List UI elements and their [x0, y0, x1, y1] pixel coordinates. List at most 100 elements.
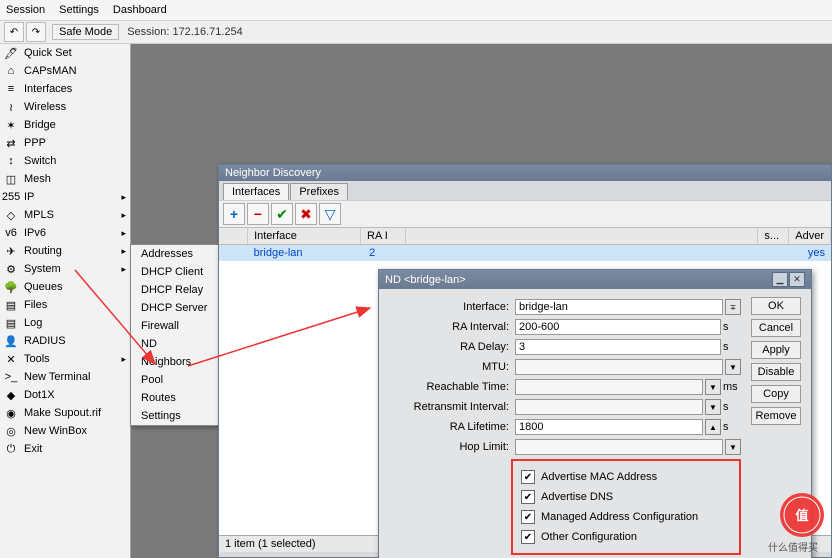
checkbox-group: ✔Advertise MAC Address✔Advertise DNS✔Man…: [511, 459, 741, 555]
add-button[interactable]: +: [223, 203, 245, 225]
input-ra-interval[interactable]: [515, 319, 721, 335]
submenu-item-routes[interactable]: Routes: [131, 389, 223, 407]
submenu-item-nd[interactable]: ND: [131, 335, 223, 353]
sidebar-item-ip[interactable]: 255IP▸: [0, 188, 130, 206]
remove-button[interactable]: −: [247, 203, 269, 225]
disable-button[interactable]: ✖: [295, 203, 317, 225]
table-row[interactable]: bridge-lan 2 yes: [219, 245, 831, 261]
chevron-right-icon: ▸: [121, 228, 126, 239]
safe-mode-button[interactable]: Safe Mode: [52, 24, 119, 40]
input-retransmit[interactable]: [515, 399, 703, 415]
tab-prefixes[interactable]: Prefixes: [290, 183, 348, 200]
redo-button[interactable]: ↷: [26, 22, 46, 42]
unit-ms: ms: [723, 381, 741, 393]
sidebar-item-ipv6[interactable]: v6IPv6▸: [0, 224, 130, 242]
input-interface[interactable]: [515, 299, 723, 315]
sidebar-item-system[interactable]: ⚙System▸: [0, 260, 130, 278]
sidebar-item-switch[interactable]: ↕Switch: [0, 152, 130, 170]
sidebar-item-tools[interactable]: ✕Tools▸: [0, 350, 130, 368]
label-reachable: Reachable Time:: [391, 381, 515, 393]
apply-button[interactable]: Apply: [751, 341, 801, 359]
checkbox-icon[interactable]: ✔: [521, 530, 535, 544]
sidebar-item-ppp[interactable]: ⇄PPP: [0, 134, 130, 152]
menu-settings[interactable]: Settings: [59, 4, 99, 16]
unit-s: s: [723, 341, 741, 353]
sidebar-item-exit[interactable]: ⏻Exit: [0, 440, 130, 458]
sidebar-item-queues[interactable]: 🌳Queues: [0, 278, 130, 296]
col-interface[interactable]: Interface: [248, 228, 361, 244]
input-mtu[interactable]: [515, 359, 723, 375]
sidebar-item-quick-set[interactable]: 🖊Quick Set: [0, 44, 130, 62]
filter-button[interactable]: ▽: [319, 203, 341, 225]
expand-icon[interactable]: ▼: [725, 439, 741, 455]
menubar: Session Settings Dashboard: [0, 0, 832, 21]
nd-tabs: Interfaces Prefixes: [219, 181, 831, 200]
checkbox-icon[interactable]: ✔: [521, 490, 535, 504]
remove-button[interactable]: Remove: [751, 407, 801, 425]
sidebar-item-files[interactable]: ▤Files: [0, 296, 130, 314]
sidebar-item-bridge[interactable]: ✶Bridge: [0, 116, 130, 134]
submenu-item-dhcp-client[interactable]: DHCP Client: [131, 263, 223, 281]
sidebar-item-wireless[interactable]: ≀Wireless: [0, 98, 130, 116]
copy-button[interactable]: Copy: [751, 385, 801, 403]
dropdown-icon[interactable]: ∓: [725, 299, 741, 315]
expand-icon[interactable]: ▼: [705, 399, 721, 415]
col-s[interactable]: s...: [758, 228, 789, 244]
sidebar-label: Quick Set: [24, 47, 72, 59]
sidebar-label: Switch: [24, 155, 56, 167]
sidebar-label: Files: [24, 299, 47, 311]
submenu-item-settings[interactable]: Settings: [131, 407, 223, 425]
checkbox-row[interactable]: ✔Other Configuration: [521, 527, 731, 547]
expand-icon[interactable]: ▼: [705, 379, 721, 395]
checkbox-row[interactable]: ✔Managed Address Configuration: [521, 507, 731, 527]
col-rai[interactable]: RA I: [361, 228, 406, 244]
sidebar-item-mpls[interactable]: ◇MPLS▸: [0, 206, 130, 224]
workspace: 🖊Quick Set⌂CAPsMAN≡Interfaces≀Wireless✶B…: [0, 44, 832, 558]
sidebar-label: System: [24, 263, 61, 275]
disable-button[interactable]: Disable: [751, 363, 801, 381]
submenu-item-neighbors[interactable]: Neighbors: [131, 353, 223, 371]
label-ra-lifetime: RA Lifetime:: [391, 421, 515, 433]
nd-toolbar: + − ✔ ✖ ▽ Fin: [219, 200, 831, 227]
window-close-icon[interactable]: ✕: [789, 272, 805, 287]
cancel-button[interactable]: Cancel: [751, 319, 801, 337]
col-adver[interactable]: Adver: [789, 228, 831, 244]
sidebar-label: New WinBox: [24, 425, 87, 437]
checkbox-icon[interactable]: ✔: [521, 470, 535, 484]
sidebar-item-new-terminal[interactable]: >_New Terminal: [0, 368, 130, 386]
checkbox-row[interactable]: ✔Advertise MAC Address: [521, 467, 731, 487]
tab-interfaces[interactable]: Interfaces: [223, 183, 289, 200]
sidebar-item-log[interactable]: ▤Log: [0, 314, 130, 332]
dlg-titlebar[interactable]: ND <bridge-lan> ▁ ✕: [379, 270, 811, 289]
sidebar-item-radius[interactable]: 👤RADIUS: [0, 332, 130, 350]
submenu-item-pool[interactable]: Pool: [131, 371, 223, 389]
menu-dashboard[interactable]: Dashboard: [113, 4, 167, 16]
submenu-item-addresses[interactable]: Addresses: [131, 245, 223, 263]
sidebar-item-new-winbox[interactable]: ◎New WinBox: [0, 422, 130, 440]
input-hop-limit[interactable]: [515, 439, 723, 455]
collapse-icon[interactable]: ▲: [705, 419, 721, 435]
enable-button[interactable]: ✔: [271, 203, 293, 225]
sidebar-item-capsman[interactable]: ⌂CAPsMAN: [0, 62, 130, 80]
sidebar-item-dot1x[interactable]: ◆Dot1X: [0, 386, 130, 404]
sidebar-item-interfaces[interactable]: ≡Interfaces: [0, 80, 130, 98]
submenu-item-firewall[interactable]: Firewall: [131, 317, 223, 335]
input-ra-delay[interactable]: [515, 339, 721, 355]
ok-button[interactable]: OK: [751, 297, 801, 315]
input-ra-lifetime[interactable]: [515, 419, 703, 435]
sidebar-item-mesh[interactable]: ◫Mesh: [0, 170, 130, 188]
submenu-item-dhcp-server[interactable]: DHCP Server: [131, 299, 223, 317]
checkbox-icon[interactable]: ✔: [521, 510, 535, 524]
sidebar-item-make-supout.rif[interactable]: ◉Make Supout.rif: [0, 404, 130, 422]
input-reachable[interactable]: [515, 379, 703, 395]
sidebar-item-routing[interactable]: ✈Routing▸: [0, 242, 130, 260]
menu-session[interactable]: Session: [6, 4, 45, 16]
expand-icon[interactable]: ▼: [725, 359, 741, 375]
submenu-item-dhcp-relay[interactable]: DHCP Relay: [131, 281, 223, 299]
window-min-icon[interactable]: ▁: [772, 272, 788, 287]
undo-button[interactable]: ↶: [4, 22, 24, 42]
cell-interface: bridge-lan: [248, 246, 363, 260]
sidebar-icon: 255: [4, 190, 18, 204]
nd-titlebar[interactable]: Neighbor Discovery: [219, 165, 831, 181]
checkbox-row[interactable]: ✔Advertise DNS: [521, 487, 731, 507]
